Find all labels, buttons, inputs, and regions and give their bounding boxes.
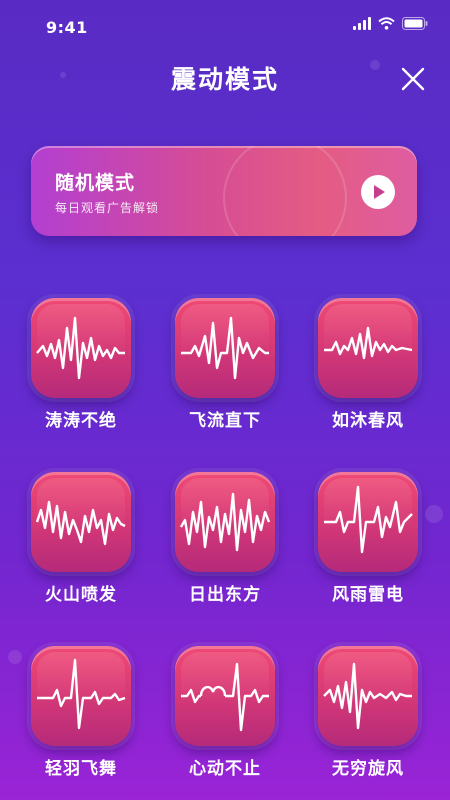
mode-label: 轻羽飞舞 (45, 759, 117, 779)
mode-tile-7[interactable]: 轻羽飞舞 (31, 646, 131, 779)
vibration-mode-grid: 涛涛不绝 飞流直下 如沐春风 火山喷发 日出东方 风雨雷电 轻羽飞舞 心动不止 … (0, 0, 450, 800)
mode-tile-9[interactable]: 无穷旋风 (318, 646, 418, 779)
mode-label: 涛涛不绝 (45, 411, 117, 431)
mode-tile-8[interactable]: 心动不止 (175, 646, 275, 779)
mode-tile-4[interactable]: 火山喷发 (31, 472, 131, 605)
waveform-icon (31, 646, 131, 746)
mode-tile-2[interactable]: 飞流直下 (175, 298, 275, 431)
waveform-icon (31, 298, 131, 398)
mode-label: 火山喷发 (45, 585, 117, 605)
waveform-icon (31, 472, 131, 572)
mode-label: 无穷旋风 (332, 759, 404, 779)
mode-label: 飞流直下 (189, 411, 261, 431)
mode-label: 风雨雷电 (332, 585, 404, 605)
mode-tile-3[interactable]: 如沐春风 (318, 298, 418, 431)
mode-tile-5[interactable]: 日出东方 (175, 472, 275, 605)
waveform-icon (175, 472, 275, 572)
mode-label: 心动不止 (189, 759, 261, 779)
mode-label: 日出东方 (189, 585, 261, 605)
mode-tile-6[interactable]: 风雨雷电 (318, 472, 418, 605)
waveform-icon (318, 298, 418, 398)
waveform-icon (318, 646, 418, 746)
waveform-icon (318, 472, 418, 572)
heartbeat-icon (175, 646, 275, 746)
mode-label: 如沐春风 (332, 411, 404, 431)
mode-tile-1[interactable]: 涛涛不绝 (31, 298, 131, 431)
waveform-icon (175, 298, 275, 398)
